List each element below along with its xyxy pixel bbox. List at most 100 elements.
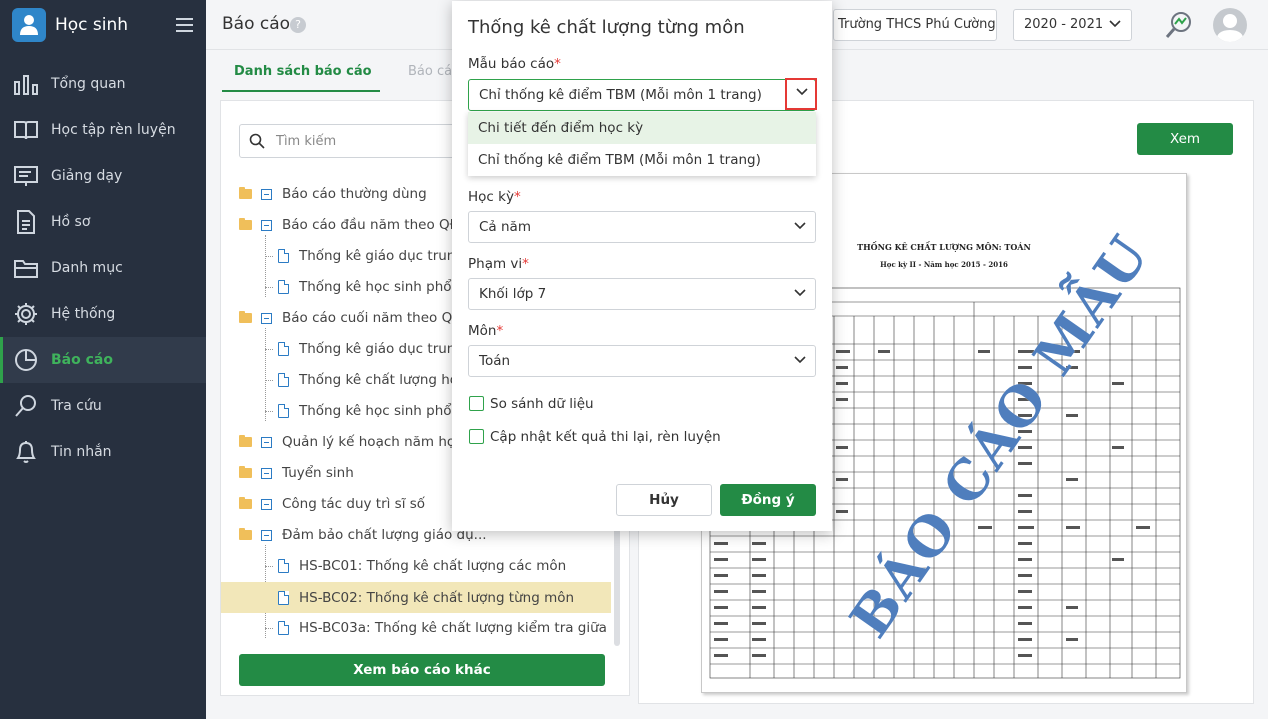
template-value: Chỉ thống kê điểm TBM (Mỗi môn 1 trang) xyxy=(479,87,762,103)
semester-label: Học kỳ* xyxy=(468,189,521,205)
scope-select[interactable]: Khối lớp 7 xyxy=(468,278,816,310)
confirm-button[interactable]: Đồng ý xyxy=(720,484,816,516)
tab-other[interactable]: Báo cá xyxy=(408,64,452,79)
collapse-icon[interactable] xyxy=(261,467,272,479)
tree-label: HS-BC02: Thống kê chất lượng từng môn xyxy=(299,589,575,606)
dropdown-toggle-highlight[interactable] xyxy=(785,78,817,110)
file-icon xyxy=(278,280,289,294)
sidebar-item-reports[interactable]: Báo cáo xyxy=(0,337,206,383)
subject-select[interactable]: Toán xyxy=(468,345,816,377)
page-title: Báo cáo xyxy=(222,14,291,34)
school-select[interactable]: Trường THCS Phú Cường xyxy=(833,9,997,41)
sidebar-item-teaching[interactable]: Giảng dạy xyxy=(0,153,206,199)
student-logo-icon xyxy=(12,8,46,42)
tree-label: Công tác duy trì sĩ số xyxy=(282,496,426,512)
folder-icon xyxy=(239,528,252,540)
sidebar-item-label: Tổng quan xyxy=(51,76,126,92)
semester-value: Cả năm xyxy=(479,219,531,235)
folder-icon xyxy=(239,187,252,199)
template-label: Mẫu báo cáo* xyxy=(468,56,561,72)
sidebar-item-label: Hệ thống xyxy=(51,306,116,322)
collapse-icon[interactable] xyxy=(261,498,272,510)
scope-value: Khối lớp 7 xyxy=(479,286,547,302)
template-label-text: Mẫu báo cáo xyxy=(468,56,555,72)
tree-label: Quản lý kế hoạch năm học xyxy=(282,434,463,450)
dropdown-option[interactable]: Chi tiết đến điểm học kỳ xyxy=(468,112,816,144)
cancel-button[interactable]: Hủy xyxy=(616,484,712,516)
tree-label: Tuyển sinh xyxy=(282,465,354,481)
collapse-icon[interactable] xyxy=(261,529,272,541)
dialog-title: Thống kê chất lượng từng môn xyxy=(468,17,745,38)
file-icon xyxy=(278,342,289,356)
menu-toggle-icon[interactable] xyxy=(176,18,193,32)
year-select[interactable]: 2020 - 2021 xyxy=(1013,9,1132,41)
subject-value: Toán xyxy=(479,353,511,369)
folder-icon xyxy=(239,435,252,447)
sidebar-item-lookup[interactable]: Tra cứu xyxy=(0,383,206,429)
gear-icon xyxy=(12,300,40,328)
compare-data-label: So sánh dữ liệu xyxy=(490,396,594,412)
report-options-dialog: Thống kê chất lượng từng môn Mẫu báo cáo… xyxy=(452,1,832,531)
sidebar-item-label: Hồ sơ xyxy=(51,214,91,230)
view-other-reports-button[interactable]: Xem báo cáo khác xyxy=(239,654,605,686)
view-button[interactable]: Xem xyxy=(1137,123,1233,155)
tree-item[interactable]: HS-BC03a: Thống kê chất lượng kiểm tra g… xyxy=(221,614,611,642)
sidebar-item-label: Tin nhắn xyxy=(51,444,112,460)
sidebar-item-catalog[interactable]: Danh mục xyxy=(0,245,206,291)
folder-icon xyxy=(239,218,252,230)
sidebar-item-label: Giảng dạy xyxy=(51,168,123,184)
sidebar-item-label: Danh mục xyxy=(51,260,123,276)
required-marker: * xyxy=(496,323,504,339)
chevron-down-icon xyxy=(794,356,806,364)
pie-chart-icon xyxy=(12,346,40,374)
chevron-down-icon xyxy=(794,289,806,297)
file-icon xyxy=(278,590,289,605)
scope-label: Phạm vi* xyxy=(468,256,529,272)
bar-chart-icon xyxy=(12,70,40,98)
sidebar-item-messages[interactable]: Tin nhắn xyxy=(0,429,206,475)
file-icon xyxy=(278,621,289,635)
sidebar-item-records[interactable]: Hồ sơ xyxy=(0,199,206,245)
collapse-icon[interactable] xyxy=(261,188,272,200)
file-icon xyxy=(278,249,289,263)
tab-report-list[interactable]: Danh sách báo cáo xyxy=(234,64,372,79)
tree-item-selected[interactable]: HS-BC02: Thống kê chất lượng từng môn xyxy=(221,582,611,613)
semester-select[interactable]: Cả năm xyxy=(468,211,816,243)
chevron-down-icon xyxy=(1109,20,1121,28)
folder-icon xyxy=(239,311,252,323)
sidebar-nav: Tổng quan Học tập rèn luyện Giảng dạy Hồ… xyxy=(0,61,206,475)
collapse-icon[interactable] xyxy=(261,219,272,231)
required-marker: * xyxy=(513,189,521,205)
sidebar-item-system[interactable]: Hệ thống xyxy=(0,291,206,337)
required-marker: * xyxy=(554,56,561,72)
update-results-checkbox[interactable] xyxy=(469,429,484,444)
collapse-icon[interactable] xyxy=(261,436,272,448)
sidebar-item-learning[interactable]: Học tập rèn luyện xyxy=(0,107,206,153)
template-dropdown-list: Chi tiết đến điểm học kỳ Chỉ thống kê đi… xyxy=(468,112,816,176)
sidebar-header: Học sinh xyxy=(0,0,206,50)
app-title: Học sinh xyxy=(55,15,129,35)
update-results-label: Cập nhật kết quả thi lại, rèn luyện xyxy=(490,429,721,445)
bell-icon xyxy=(12,438,40,466)
template-select[interactable]: Chỉ thống kê điểm TBM (Mỗi môn 1 trang) xyxy=(468,78,817,111)
compare-data-checkbox[interactable] xyxy=(469,396,484,411)
sidebar-item-label: Báo cáo xyxy=(51,352,113,368)
avatar[interactable] xyxy=(1213,8,1247,42)
search-icon xyxy=(12,392,40,420)
file-icon xyxy=(278,373,289,387)
sidebar-item-label: Tra cứu xyxy=(51,398,102,414)
collapse-icon[interactable] xyxy=(261,312,272,324)
sidebar-item-overview[interactable]: Tổng quan xyxy=(0,61,206,107)
sidebar: Học sinh Tổng quan Học tập rèn luyện Giả… xyxy=(0,0,206,719)
dropdown-option[interactable]: Chỉ thống kê điểm TBM (Mỗi môn 1 trang) xyxy=(468,144,816,176)
chevron-down-icon xyxy=(796,88,808,96)
scope-label-text: Phạm vi xyxy=(468,256,523,272)
year-value: 2020 - 2021 xyxy=(1024,17,1104,32)
subject-label: Môn* xyxy=(468,323,503,339)
analytics-icon[interactable] xyxy=(1164,10,1194,40)
tree-item[interactable]: HS-BC01: Thống kê chất lượng các môn xyxy=(221,552,611,580)
sidebar-item-label: Học tập rèn luyện xyxy=(51,122,176,138)
document-icon xyxy=(12,208,40,236)
tree-label: Báo cáo thường dùng xyxy=(282,186,427,202)
help-icon[interactable]: ? xyxy=(290,17,306,33)
